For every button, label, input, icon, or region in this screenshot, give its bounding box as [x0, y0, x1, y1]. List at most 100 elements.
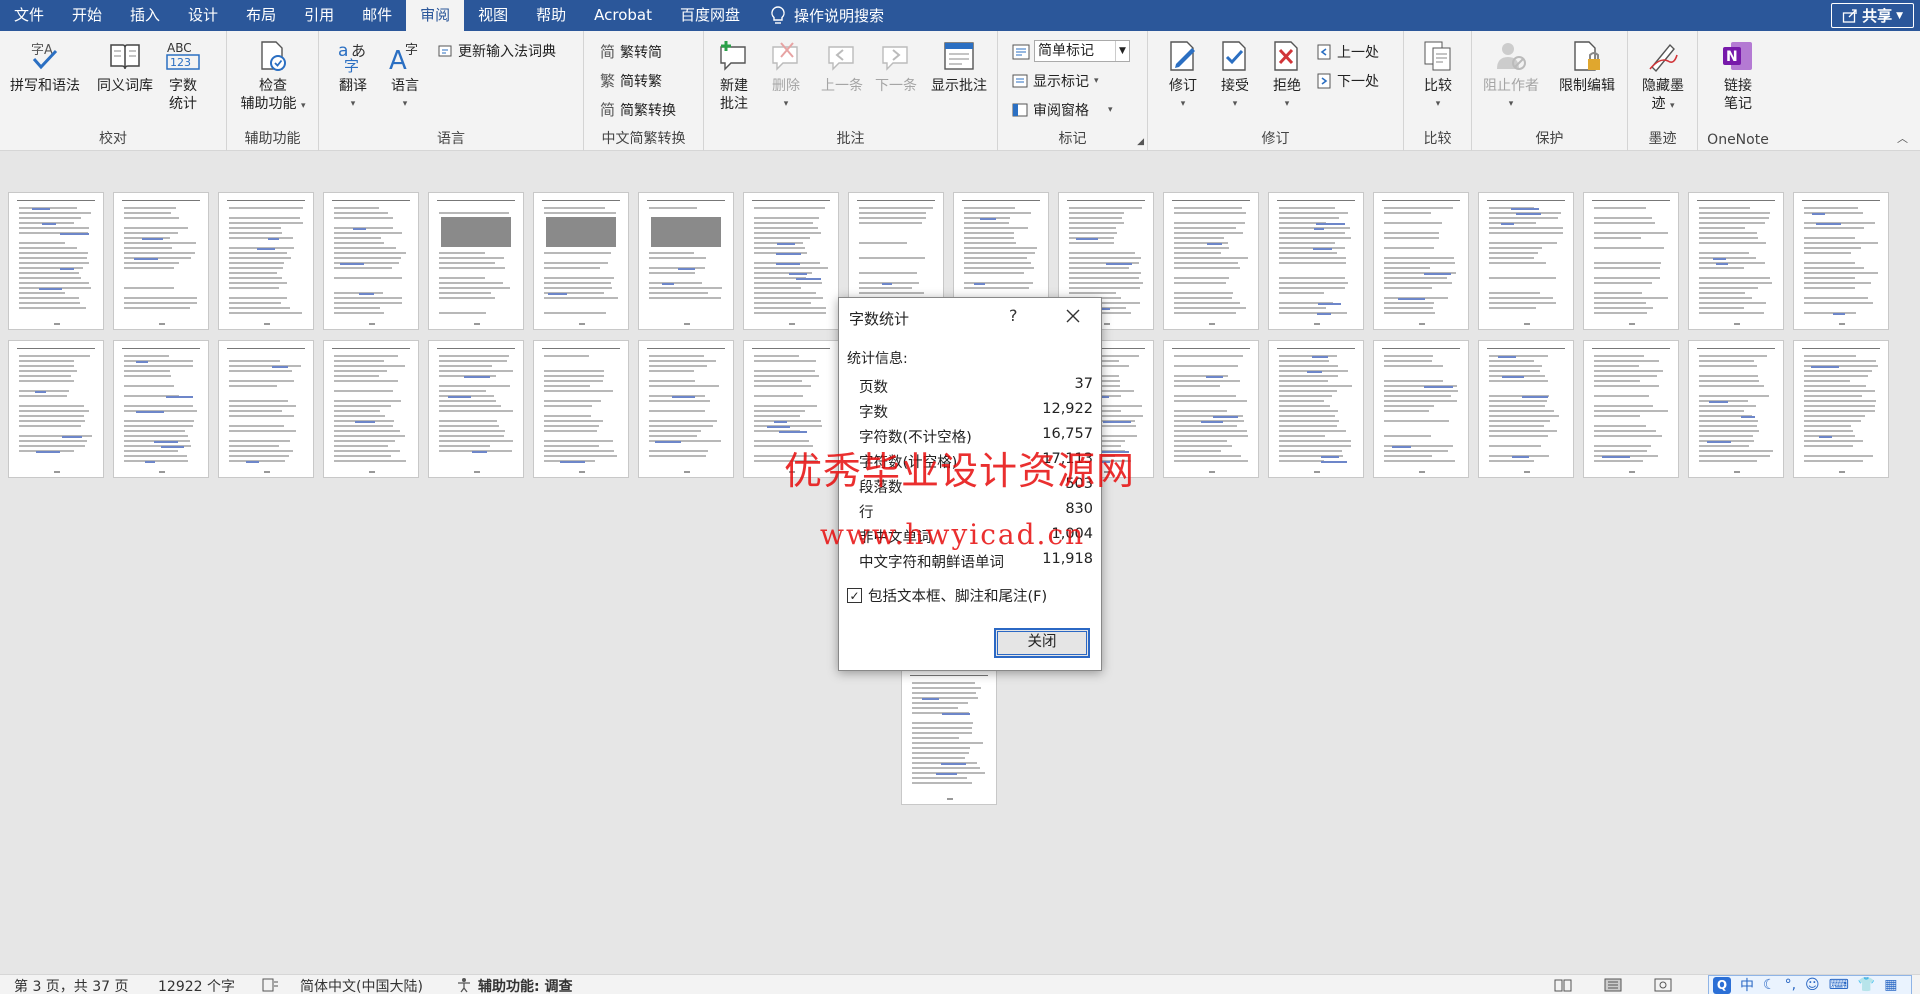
previous-change-button[interactable]: 上一处 [1316, 42, 1379, 62]
translate-button[interactable]: aあ字 翻译 ▾ [329, 39, 377, 113]
page-thumbnail[interactable] [113, 192, 209, 330]
emoji-icon[interactable]: ☺ [1805, 977, 1820, 993]
reject-button[interactable]: 拒绝 ▾ [1268, 39, 1306, 113]
skin-icon[interactable]: 👕 [1858, 977, 1875, 993]
hide-ink-button[interactable]: 隐藏墨 迹 ▾ [1634, 39, 1692, 115]
menu-review[interactable]: 审阅 [406, 0, 465, 31]
page-thumbnail[interactable] [901, 667, 997, 805]
previous-comment-button[interactable]: 上一条 [818, 39, 866, 95]
convert-button[interactable]: 简 简繁转换 [600, 99, 676, 120]
menu-home[interactable]: 开始 [58, 0, 116, 31]
keyboard-icon[interactable]: ⌨ [1829, 977, 1849, 993]
text-line [1804, 380, 1850, 382]
page-thumbnail[interactable] [1163, 192, 1259, 330]
text-line [1069, 222, 1124, 224]
menu-references[interactable]: 引用 [290, 0, 348, 31]
page-thumbnail[interactable] [1163, 340, 1259, 478]
delete-comment-button[interactable]: 删除 ▾ [766, 39, 806, 113]
update-ime-dictionary-button[interactable]: 更新输入法词典 [437, 41, 556, 61]
page-thumbnail[interactable] [743, 192, 839, 330]
page-thumbnail[interactable] [8, 192, 104, 330]
page-thumbnail[interactable] [218, 192, 314, 330]
thesaurus-button[interactable]: 同义词库 [90, 39, 160, 95]
include-textboxes-checkbox-row[interactable]: ✓ 包括文本框、脚注和尾注(F) [847, 585, 1047, 606]
collapse-ribbon-icon[interactable]: ︿ [1897, 130, 1908, 146]
menu-view[interactable]: 视图 [464, 0, 522, 31]
page-thumbnail[interactable] [638, 192, 734, 330]
toolbox-icon[interactable]: ▦ [1884, 977, 1897, 993]
menu-baidu-netdisk[interactable]: 百度网盘 [666, 0, 754, 31]
menu-mailings[interactable]: 邮件 [348, 0, 406, 31]
read-mode-icon[interactable] [1554, 978, 1572, 992]
word-count-button[interactable]: ABC 123 字数 统计 [162, 39, 204, 113]
tell-me-search[interactable]: 操作说明搜索 [754, 5, 884, 26]
spelling-grammar-button[interactable]: 字A 拼写和语法 [10, 39, 80, 95]
language-indicator[interactable]: 简体中文(中国大陆) [300, 976, 423, 994]
page-thumbnail[interactable] [1373, 340, 1469, 478]
block-authors-button[interactable]: 阻止作者 ▾ [1476, 39, 1546, 113]
chevron-down-icon[interactable]: ▼ [1115, 41, 1129, 61]
page-thumbnail[interactable] [638, 340, 734, 478]
moon-icon[interactable]: ☾ [1763, 977, 1776, 993]
page-thumbnail[interactable] [1688, 340, 1784, 478]
page-thumbnail[interactable] [1793, 192, 1889, 330]
page-thumbnail[interactable] [1478, 192, 1574, 330]
page-thumbnail[interactable] [1373, 192, 1469, 330]
menu-acrobat[interactable]: Acrobat [580, 0, 666, 31]
text-line [334, 237, 381, 239]
punctuation-icon[interactable]: °, [1785, 977, 1796, 993]
compare-button[interactable]: 比较 ▾ [1418, 39, 1458, 113]
restrict-editing-button[interactable]: 限制编辑 [1552, 39, 1622, 95]
show-comments-button[interactable]: 显示批注 [926, 39, 992, 95]
next-comment-button[interactable]: 下一条 [872, 39, 920, 95]
dialog-launcher-icon[interactable]: ◢ [1137, 137, 1144, 147]
page-thumbnail[interactable] [428, 192, 524, 330]
print-layout-icon[interactable] [1604, 978, 1622, 992]
web-layout-icon[interactable] [1654, 978, 1672, 992]
page-thumbnail[interactable] [1583, 340, 1679, 478]
word-count-indicator[interactable]: 12922 个字 [158, 976, 235, 994]
page-indicator[interactable]: 第 3 页，共 37 页 [14, 976, 129, 994]
help-button[interactable]: ? [1009, 306, 1018, 325]
language-button[interactable]: A字 语言 ▾ [381, 39, 429, 113]
menu-layout[interactable]: 布局 [232, 0, 290, 31]
page-thumbnail[interactable] [8, 340, 104, 478]
page-thumbnail[interactable] [533, 192, 629, 330]
ime-mode[interactable]: 中 [1740, 975, 1754, 994]
menu-file[interactable]: 文件 [0, 0, 58, 31]
page-thumbnail[interactable] [428, 340, 524, 478]
page-thumbnail[interactable] [1688, 192, 1784, 330]
page-thumbnail[interactable] [1793, 340, 1889, 478]
page-thumbnail[interactable] [113, 340, 209, 478]
page-thumbnail[interactable] [533, 340, 629, 478]
ime-toolbar[interactable]: Q 中 ☾ °, ☺ ⌨ 👕 ▦ [1708, 975, 1912, 994]
page-thumbnail[interactable] [1478, 340, 1574, 478]
proofing-status-icon[interactable] [262, 978, 280, 992]
accessibility-indicator[interactable]: 辅助功能: 调查 [478, 976, 572, 994]
show-markup-button[interactable]: 显示标记 ▾ [1012, 71, 1099, 91]
new-comment-button[interactable]: 新建 批注 [714, 39, 754, 113]
to-traditional-button[interactable]: 繁 简转繁 [600, 70, 662, 91]
menu-design[interactable]: 设计 [174, 0, 232, 31]
close-button[interactable]: 关闭 [994, 628, 1090, 658]
share-button[interactable]: 共享 ▼ [1831, 3, 1914, 28]
check-accessibility-button[interactable]: 检查 辅助功能 ▾ [231, 39, 315, 115]
track-changes-button[interactable]: 修订 ▾ [1164, 39, 1202, 113]
text-line [1699, 430, 1759, 432]
markup-select[interactable]: 简单标记 ▼ [1034, 40, 1130, 62]
linked-notes-button[interactable]: N 链接 笔记 [1712, 39, 1764, 113]
page-thumbnail[interactable] [323, 340, 419, 478]
reviewing-pane-button[interactable]: 审阅窗格 ▾ [1012, 100, 1113, 120]
page-thumbnail[interactable] [1583, 192, 1679, 330]
page-thumbnail[interactable] [1268, 340, 1364, 478]
page-thumbnail[interactable] [1268, 192, 1364, 330]
accept-button[interactable]: 接受 ▾ [1216, 39, 1254, 113]
menu-help[interactable]: 帮助 [522, 0, 580, 31]
page-thumbnail[interactable] [323, 192, 419, 330]
to-simplified-button[interactable]: 简 繁转简 [600, 41, 662, 62]
menu-insert[interactable]: 插入 [116, 0, 174, 31]
next-change-button[interactable]: 下一处 [1316, 71, 1379, 91]
page-thumbnail[interactable] [218, 340, 314, 478]
include-textboxes-checkbox[interactable]: ✓ [847, 588, 862, 603]
close-icon[interactable] [1061, 304, 1085, 328]
